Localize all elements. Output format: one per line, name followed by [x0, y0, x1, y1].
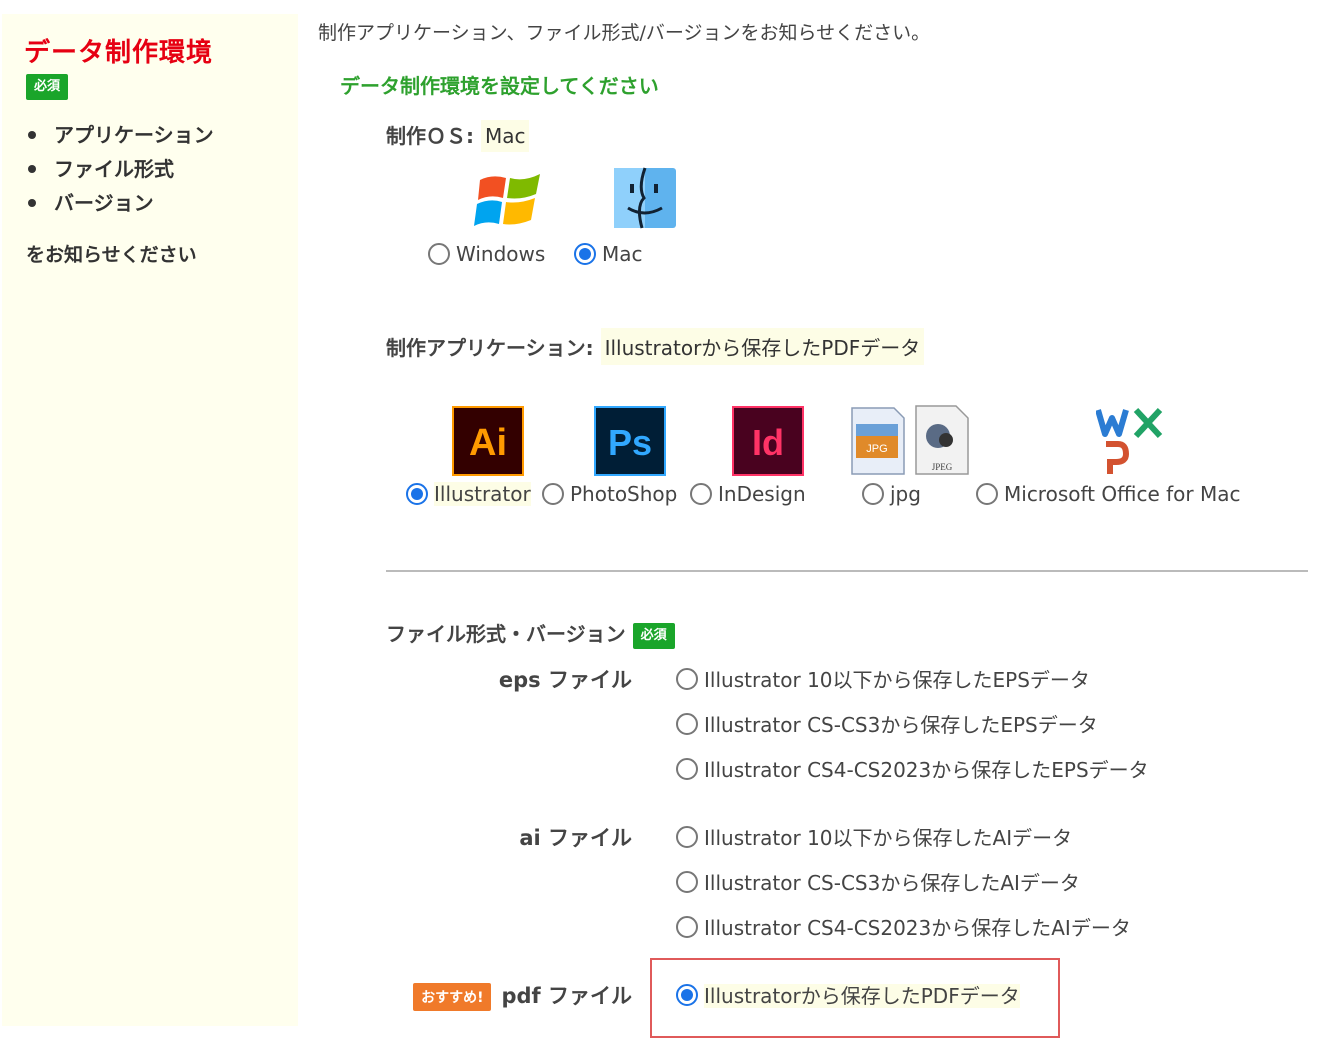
format-option-eps-10[interactable]: Illustrator 10以下から保存したEPSデータ [676, 664, 1090, 693]
sidebar-item-file-format: ファイル形式 [24, 152, 214, 186]
format-radio[interactable] [676, 983, 698, 1006]
format-radio[interactable] [676, 712, 698, 735]
bullet-icon [28, 164, 36, 173]
format-radio[interactable] [676, 870, 698, 893]
app-radio-photoshop[interactable] [542, 482, 564, 505]
pdf-group-label: pdf ファイル [501, 984, 632, 1008]
os-label-row: 制作ＯＳ: Mac [386, 120, 530, 152]
format-option-ai-10[interactable]: Illustrator 10以下から保存したAIデータ [676, 822, 1072, 851]
jpg-file-icon[interactable]: JPG JPEG [848, 404, 974, 482]
os-label: 制作ＯＳ: [386, 124, 474, 148]
format-label-row: ファイル形式・バージョン 必須 [386, 618, 675, 649]
format-radio[interactable] [676, 667, 698, 690]
format-option-eps-cs3[interactable]: Illustrator CS-CS3から保存したEPSデータ [676, 709, 1098, 738]
app-option-photoshop[interactable]: PhotoShop [542, 480, 677, 506]
format-option-pdf[interactable]: Illustratorから保存したPDFデータ [676, 980, 1020, 1009]
mac-finder-icon[interactable] [612, 166, 678, 234]
sidebar-item-version: バージョン [24, 186, 214, 220]
sidebar-item-application: アプリケーション [24, 118, 214, 152]
app-radio-ms-office[interactable] [976, 482, 998, 505]
svg-text:JPEG: JPEG [932, 462, 953, 472]
svg-text:Ps: Ps [608, 422, 652, 463]
sidebar-note: をお知らせください [26, 244, 197, 266]
sidebar-title: データ制作環境 [24, 38, 214, 68]
sidebar-list: アプリケーション ファイル形式 バージョン [24, 118, 214, 220]
app-option-illustrator[interactable]: Illustrator [406, 480, 531, 506]
svg-text:Id: Id [752, 422, 784, 463]
eps-group-label: eps ファイル [498, 668, 632, 692]
app-radio-indesign[interactable] [690, 482, 712, 505]
section-subhead: データ制作環境を設定してください [340, 74, 659, 98]
format-radio[interactable] [676, 825, 698, 848]
os-radio-windows[interactable] [428, 242, 450, 265]
required-badge: 必須 [632, 622, 675, 649]
app-option-indesign[interactable]: InDesign [690, 480, 806, 506]
required-badge: 必須 [26, 74, 69, 100]
indesign-icon[interactable]: Id [732, 406, 804, 480]
app-selected-value: Illustratorから保存したPDFデータ [600, 328, 925, 365]
app-radio-illustrator[interactable] [406, 482, 428, 505]
os-selected-value: Mac [480, 120, 530, 152]
format-radio[interactable] [676, 915, 698, 938]
pdf-group-label-row: おすすめ! pdf ファイル [398, 980, 632, 1011]
format-radio[interactable] [676, 757, 698, 780]
app-radio-jpg[interactable] [862, 482, 884, 505]
windows-logo-icon[interactable] [474, 166, 546, 236]
bullet-icon [28, 198, 36, 207]
os-option-mac[interactable]: Mac [574, 240, 643, 266]
os-radio-mac[interactable] [574, 242, 596, 265]
os-option-windows[interactable]: Windows [428, 240, 545, 266]
sidebar: データ制作環境 必須 アプリケーション ファイル形式 バージョン をお知らせくだ… [2, 14, 298, 1026]
format-option-ai-cs2023[interactable]: Illustrator CS4-CS2023から保存したAIデータ [676, 912, 1131, 941]
svg-text:Ai: Ai [469, 422, 507, 464]
app-label-row: 制作アプリケーション: Illustratorから保存したPDFデータ [386, 328, 925, 365]
ai-group-label: ai ファイル [519, 826, 632, 850]
format-option-eps-cs2023[interactable]: Illustrator CS4-CS2023から保存したEPSデータ [676, 754, 1149, 783]
recommend-badge: おすすめ! [413, 983, 492, 1011]
format-label: ファイル形式・バージョン [386, 622, 626, 646]
photoshop-icon[interactable]: Ps [594, 406, 666, 480]
format-option-ai-cs3[interactable]: Illustrator CS-CS3から保存したAIデータ [676, 867, 1080, 896]
ms-office-icon[interactable] [1095, 404, 1166, 480]
app-option-ms-office[interactable]: Microsoft Office for Mac [976, 480, 1240, 506]
illustrator-icon[interactable]: Ai [452, 406, 524, 480]
section-divider [386, 570, 1308, 572]
app-label: 制作アプリケーション: [386, 336, 594, 360]
intro-text: 制作アプリケーション、ファイル形式/バージョンをお知らせください。 [318, 22, 931, 44]
svg-text:JPG: JPG [866, 443, 887, 455]
app-option-jpg[interactable]: jpg [862, 480, 921, 506]
bullet-icon [28, 130, 36, 139]
